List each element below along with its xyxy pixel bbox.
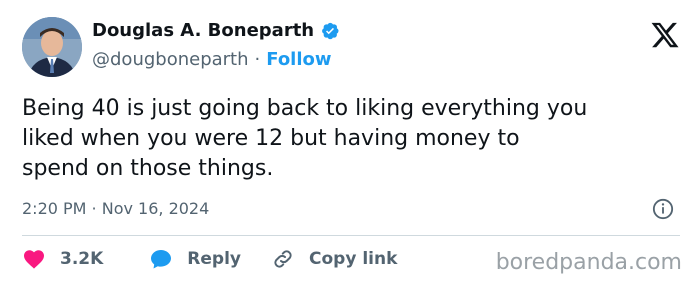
heart-icon — [24, 250, 44, 269]
tweet-timestamp[interactable]: 2:20 PM · Nov 16, 2024 — [22, 199, 209, 218]
author-name-row: Douglas A. Boneparth — [92, 20, 340, 41]
x-logo-icon[interactable] — [650, 20, 680, 50]
author-handle[interactable]: @dougboneparth — [92, 49, 249, 70]
follow-button[interactable]: Follow — [266, 49, 331, 70]
action-bar: 3.2K Reply Copy link — [22, 247, 397, 271]
reply-button[interactable]: Reply — [149, 247, 241, 271]
handle-row: @dougboneparth · Follow — [92, 49, 332, 70]
like-count: 3.2K — [60, 249, 104, 269]
separator-dot: · — [254, 49, 261, 70]
like-button[interactable]: 3.2K — [22, 247, 103, 271]
divider — [22, 235, 680, 236]
verified-badge-icon — [320, 21, 340, 41]
speech-bubble-icon — [151, 250, 172, 269]
avatar-image — [22, 17, 82, 77]
info-icon[interactable] — [652, 198, 674, 220]
tweet-text: Being 40 is just going back to liking ev… — [22, 96, 588, 181]
link-icon — [274, 250, 292, 268]
avatar[interactable] — [22, 17, 82, 77]
watermark: boredpanda.com — [495, 250, 682, 275]
copy-link-button[interactable]: Copy link — [271, 247, 397, 271]
copy-link-label: Copy link — [309, 249, 398, 269]
author-name[interactable]: Douglas A. Boneparth — [92, 20, 314, 41]
reply-label: Reply — [187, 249, 241, 269]
